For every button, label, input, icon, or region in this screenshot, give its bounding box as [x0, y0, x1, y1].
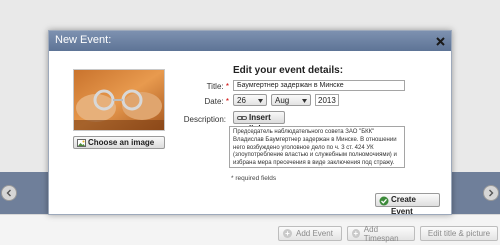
add-timespan-label: Add Timespan: [363, 224, 399, 243]
description-label: Description:: [183, 115, 226, 124]
title-label-text: Title:: [206, 82, 224, 91]
close-icon: [435, 36, 445, 46]
dialog-title: New Event:: [55, 34, 112, 46]
day-select[interactable]: 26: [233, 94, 267, 106]
date-label: Date: *: [169, 97, 229, 106]
month-value: Aug: [275, 96, 290, 105]
title-label: Title: *: [169, 82, 229, 91]
create-event-label: Create Event: [391, 195, 416, 216]
check-icon: [379, 196, 389, 206]
add-timespan-button[interactable]: + Add Timespan: [347, 224, 415, 243]
chevron-down-icon: [302, 99, 307, 103]
add-event-label: Add Event: [296, 229, 333, 238]
create-event-button[interactable]: Create Event: [375, 193, 440, 216]
new-event-dialog: New Event: Choose an image Edit your eve…: [48, 30, 452, 216]
day-value: 26: [237, 96, 246, 105]
plus-icon: +: [352, 229, 360, 238]
edit-title-label: Edit title & picture: [427, 229, 491, 238]
handcuffs-photo: [74, 70, 164, 130]
chevron-down-icon: [258, 99, 263, 103]
event-image: [73, 69, 165, 131]
timeline-scroll-left[interactable]: [1, 185, 17, 201]
link-icon: [237, 116, 247, 120]
image-icon: [77, 139, 86, 147]
date-label-text: Date:: [204, 97, 224, 106]
edit-title-picture-button[interactable]: Edit title & picture: [420, 226, 498, 241]
month-select[interactable]: Aug: [271, 94, 311, 106]
title-input[interactable]: Баумгертнер задержан в Минске: [233, 80, 405, 91]
form-heading: Edit your event details:: [233, 65, 344, 76]
required-fields-note: * required fields: [231, 175, 277, 182]
choose-image-button[interactable]: Choose an image: [73, 136, 165, 149]
required-mark: *: [225, 82, 229, 91]
chevron-left-icon: [6, 189, 11, 197]
dialog-header: New Event:: [49, 31, 451, 51]
chevron-right-icon: [489, 189, 494, 197]
add-event-button[interactable]: + Add Event: [278, 226, 342, 241]
timeline-scroll-right[interactable]: [483, 185, 499, 201]
description-textarea[interactable]: Председатель наблюдательного совета ЗАО …: [229, 126, 405, 168]
close-button[interactable]: [434, 35, 446, 47]
year-input[interactable]: 2013: [315, 94, 339, 106]
choose-image-label: Choose an image: [88, 138, 155, 147]
required-mark: *: [225, 97, 229, 106]
plus-icon: +: [283, 229, 292, 238]
insert-link-button[interactable]: Insert link: [233, 111, 285, 133]
